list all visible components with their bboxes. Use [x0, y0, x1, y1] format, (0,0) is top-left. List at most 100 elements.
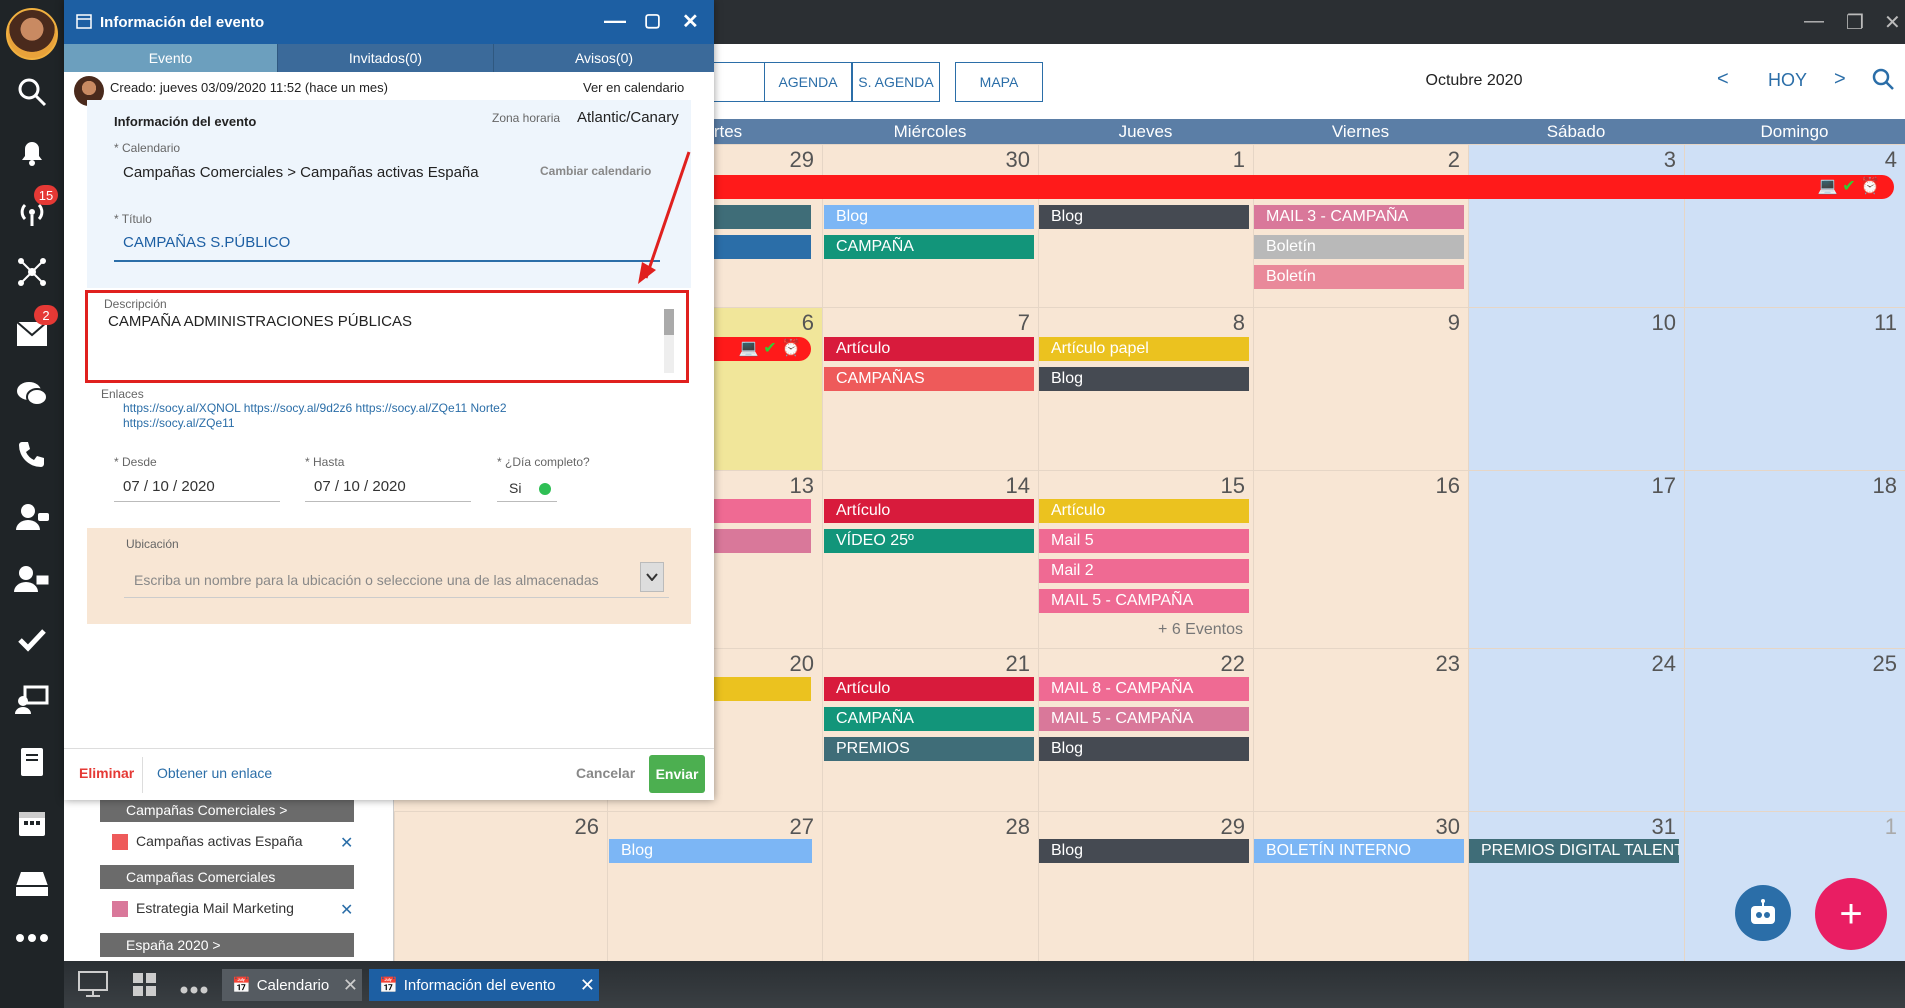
event-item[interactable]: MAIL 3 - CAMPAÑA: [1254, 205, 1464, 229]
day-cell[interactable]: 10: [1468, 307, 1684, 470]
add-event-button[interactable]: +: [1815, 878, 1887, 950]
presentation-icon[interactable]: [0, 678, 64, 722]
tab-invitados[interactable]: Invitados(0): [278, 44, 494, 72]
description-scrollbar[interactable]: [664, 309, 674, 373]
calendar-filter-item[interactable]: Estrategia Mail Marketing: [112, 900, 294, 918]
day-cell[interactable]: 28: [822, 811, 1038, 961]
calendar-search-icon[interactable]: [1872, 68, 1894, 96]
day-cell[interactable]: 25: [1684, 648, 1905, 811]
links-line[interactable]: https://socy.al/ZQe11: [123, 416, 235, 430]
more-events-link[interactable]: + 6 Eventos: [1039, 621, 1249, 639]
location-input[interactable]: Escriba un nombre para la ubicación o se…: [124, 562, 669, 598]
get-link-button[interactable]: Obtener un enlace: [157, 765, 272, 781]
search-icon[interactable]: [0, 70, 64, 114]
day-cell[interactable]: 4: [1684, 144, 1905, 307]
allday-toggle[interactable]: Si: [497, 472, 557, 502]
day-cell[interactable]: 16: [1253, 470, 1468, 648]
event-item[interactable]: CAMPAÑA: [824, 707, 1034, 731]
chat-icon[interactable]: [0, 372, 64, 416]
day-cell[interactable]: 9: [1253, 307, 1468, 470]
calendar-group[interactable]: España 2020 >: [100, 933, 354, 957]
event-item[interactable]: Artículo: [1039, 499, 1249, 523]
close-icon[interactable]: ✕: [1884, 10, 1901, 35]
event-item[interactable]: MAIL 8 - CAMPAÑA: [1039, 677, 1249, 701]
close-task-icon[interactable]: ✕: [580, 975, 595, 996]
event-item[interactable]: Boletín: [1254, 235, 1464, 259]
user-avatar[interactable]: [6, 8, 58, 60]
task-calendar[interactable]: 📅 Calendario ✕: [222, 969, 362, 1001]
calendar-icon[interactable]: [0, 800, 64, 844]
grid-apps-icon[interactable]: [132, 972, 158, 1003]
event-item[interactable]: Blog: [609, 839, 812, 863]
task-event-info[interactable]: 📅 Información del evento ✕: [369, 969, 599, 1001]
assistant-bot-button[interactable]: [1735, 885, 1791, 941]
close-icon[interactable]: ✕: [682, 9, 699, 34]
view-in-calendar-link[interactable]: Ver en calendario: [583, 80, 684, 95]
agenda-view-button[interactable]: AGENDA: [764, 62, 852, 102]
event-item[interactable]: MAIL 5 - CAMPAÑA: [1039, 589, 1249, 613]
prev-month-button[interactable]: <: [1717, 68, 1729, 91]
maximize-icon[interactable]: ▢: [644, 10, 661, 31]
remove-calendar-icon[interactable]: ✕: [340, 900, 353, 920]
multi-day-event-bar[interactable]: 💻 ✔ ⏰: [594, 175, 1894, 199]
event-item[interactable]: Boletín: [1254, 265, 1464, 289]
calendar-group[interactable]: Campañas Comerciales >: [100, 798, 354, 822]
description-textarea[interactable]: CAMPAÑA ADMINISTRACIONES PÚBLICAS: [108, 313, 656, 365]
event-item[interactable]: Blog: [1039, 839, 1249, 863]
drive-icon[interactable]: [0, 862, 64, 906]
event-item[interactable]: Artículo: [824, 499, 1034, 523]
calendar-filter-item[interactable]: Campañas activas España: [112, 833, 303, 851]
day-cell[interactable]: 3: [1468, 144, 1684, 307]
calendar-group[interactable]: Campañas Comerciales: [100, 865, 354, 889]
scrollbar-thumb[interactable]: [664, 309, 674, 335]
day-cell[interactable]: 14: [822, 470, 1038, 648]
minimize-icon[interactable]: —: [1804, 10, 1824, 33]
check-icon[interactable]: [0, 618, 64, 662]
event-item[interactable]: Blog: [824, 205, 1034, 229]
close-task-icon[interactable]: ✕: [343, 975, 358, 996]
event-item[interactable]: Mail 5: [1039, 529, 1249, 553]
event-item[interactable]: PREMIOS DIGITAL TALENT: [1469, 839, 1679, 863]
title-input[interactable]: CAMPAÑAS S.PÚBLICO: [114, 228, 660, 262]
event-item[interactable]: PREMIOS: [824, 737, 1034, 761]
event-item[interactable]: VÍDEO 25º: [824, 529, 1034, 553]
network-icon[interactable]: [0, 250, 64, 294]
restore-icon[interactable]: ❐: [1846, 10, 1864, 35]
day-cell[interactable]: 11: [1684, 307, 1905, 470]
event-item[interactable]: Blog: [1039, 737, 1249, 761]
s-agenda-view-button[interactable]: S. AGENDA: [852, 62, 940, 102]
day-cell[interactable]: 29: [1038, 811, 1253, 961]
location-dropdown-button[interactable]: [640, 562, 664, 592]
to-date-input[interactable]: 07 / 10 / 2020: [305, 472, 471, 502]
event-item[interactable]: Blog: [1039, 367, 1249, 391]
event-item[interactable]: MAIL 5 - CAMPAÑA: [1039, 707, 1249, 731]
tab-avisos[interactable]: Avisos(0): [494, 44, 714, 72]
book-icon[interactable]: [0, 740, 64, 784]
day-cell[interactable]: 24: [1468, 648, 1684, 811]
from-date-input[interactable]: 07 / 10 / 2020: [114, 472, 280, 502]
day-cell[interactable]: 23: [1253, 648, 1468, 811]
day-cell[interactable]: 31: [1468, 811, 1684, 961]
bell-icon[interactable]: [0, 130, 64, 174]
send-button[interactable]: Enviar: [649, 755, 705, 793]
tab-evento[interactable]: Evento: [64, 44, 278, 72]
day-cell[interactable]: 17: [1468, 470, 1684, 648]
support-agent-icon[interactable]: [0, 494, 64, 538]
cancel-button[interactable]: Cancelar: [576, 765, 635, 781]
more-tasks-icon[interactable]: [180, 981, 208, 999]
links-line[interactable]: https://socy.al/XQNOL https://socy.al/9d…: [123, 401, 507, 415]
event-item[interactable]: CAMPAÑA: [824, 235, 1034, 259]
day-cell[interactable]: 30: [1253, 811, 1468, 961]
map-view-button[interactable]: MAPA: [955, 62, 1043, 102]
event-item[interactable]: Artículo papel: [1039, 337, 1249, 361]
day-cell[interactable]: 27: [607, 811, 822, 961]
event-item[interactable]: CAMPAÑAS: [824, 367, 1034, 391]
event-item[interactable]: Artículo: [824, 677, 1034, 701]
event-item[interactable]: BOLETÍN INTERNO: [1254, 839, 1464, 863]
more-icon[interactable]: [0, 916, 64, 960]
contact-card-icon[interactable]: [0, 556, 64, 600]
minimize-icon[interactable]: —: [604, 8, 626, 34]
day-cell[interactable]: 18: [1684, 470, 1905, 648]
timezone-value[interactable]: Atlantic/Canary: [577, 109, 679, 126]
today-button[interactable]: HOY: [1768, 70, 1807, 91]
